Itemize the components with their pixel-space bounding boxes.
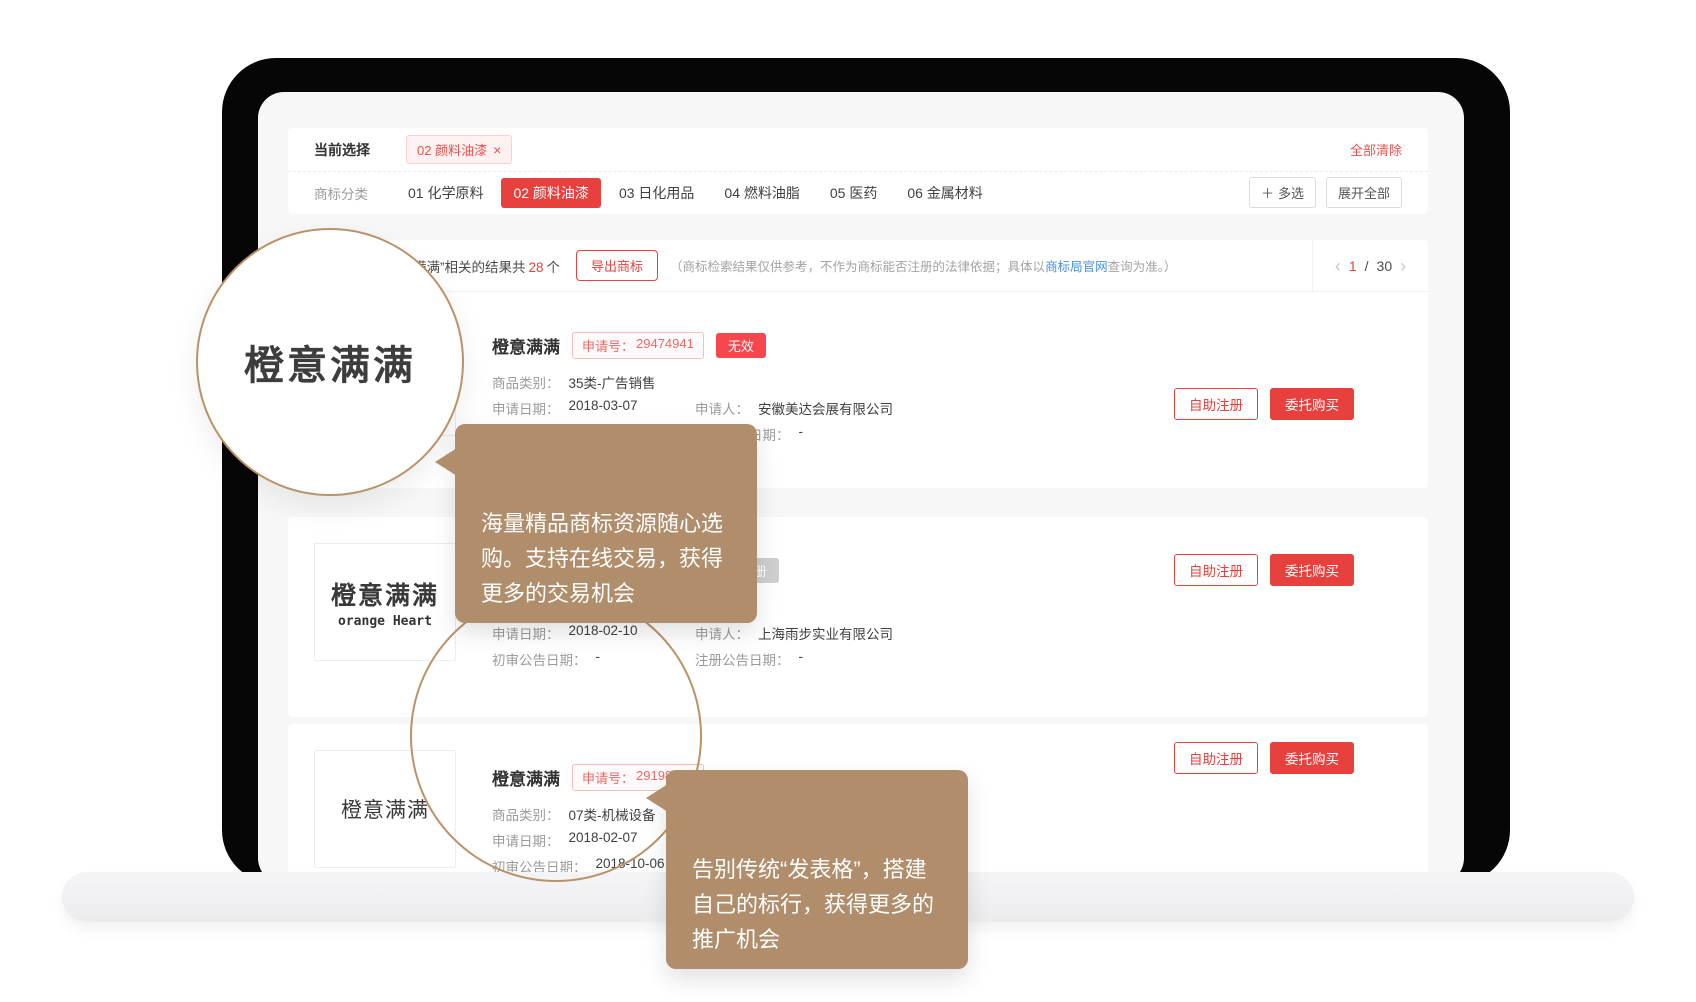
status-badge: 无效	[716, 333, 766, 358]
selected-filter-tag-label: 02 颜料油漆	[417, 140, 487, 159]
callout-text: 海量精品商标资源随心选 购。支持在线交易，获得 更多的交易机会	[481, 511, 723, 606]
trademark-name: 橙意满满	[492, 333, 560, 358]
category-item-01[interactable]: 01 化学原料	[396, 178, 495, 208]
field-value: -	[799, 649, 804, 669]
field-label: 注册公告日期：	[695, 649, 790, 669]
selected-filter-tag[interactable]: 02 颜料油漆 ×	[406, 135, 512, 164]
current-selection-row: 当前选择 02 颜料油漆 × 全部清除	[288, 128, 1428, 172]
thumbnail-subtext: orange Heart	[338, 614, 432, 629]
entrust-buy-button[interactable]: 委托购买	[1270, 554, 1354, 586]
application-number-label: 申请号：	[582, 336, 634, 355]
category-item-02-active[interactable]: 02 颜料油漆	[501, 178, 600, 208]
filter-panel: 当前选择 02 颜料油漆 × 全部清除 商标分类 01 化学原料 02 颜料油漆…	[288, 128, 1428, 214]
field-value: 35类-广告销售	[569, 372, 656, 392]
self-register-button[interactable]: 自助注册	[1174, 742, 1258, 774]
callout-marketplace: 海量精品商标资源随心选 购。支持在线交易，获得 更多的交易机会	[455, 424, 757, 623]
results-disclaimer: （商标检索结果仅供参考，不作为商标能否注册的法律依据；具体以商标局官网查询为准。…	[670, 256, 1176, 275]
application-number-value: 29474941	[636, 336, 694, 355]
category-field: 商品类别： 35类-广告销售	[492, 372, 656, 392]
pagination-next-icon[interactable]: ›	[1400, 257, 1406, 275]
category-item-03[interactable]: 03 日化用品	[607, 178, 706, 208]
self-register-button[interactable]: 自助注册	[1174, 554, 1258, 586]
callout-arrow-left-icon	[646, 784, 668, 812]
field-label: 商品类别：	[492, 372, 560, 392]
results-count: 28	[529, 260, 544, 275]
export-trademarks-button[interactable]: 导出商标	[576, 250, 658, 281]
disclaimer-prefix: （商标检索结果仅供参考，不作为商标能否注册的法律依据；具体以	[670, 260, 1045, 274]
field-value: 上海雨步实业有限公司	[758, 623, 893, 643]
apply-date-applicant-line: 申请日期： 2018-03-07 申请人： 安徽美达会展有限公司	[492, 398, 893, 418]
callout-text: 告别传统“发表格”，搭建 自己的标行，获得更多的 推广机会	[692, 857, 934, 952]
multi-select-button[interactable]: ＋ 多选	[1249, 177, 1316, 208]
callout-arrow-left-icon	[435, 448, 457, 476]
pagination-separator: /	[1365, 258, 1369, 274]
filter-actions: ＋ 多选 展开全部	[1249, 177, 1402, 208]
pagination-current-page: 1	[1349, 258, 1357, 274]
field-label: 申请人：	[695, 398, 749, 418]
category-item-04[interactable]: 04 燃料油脂	[712, 178, 811, 208]
category-label: 商标分类	[314, 183, 368, 203]
entrust-buy-button[interactable]: 委托购买	[1270, 388, 1354, 420]
magnifier-circle-1: 橙意满满	[196, 228, 464, 496]
multi-select-label: 多选	[1278, 183, 1304, 202]
thumbnail-text: 橙意满满	[331, 576, 439, 612]
pagination: ‹ 1 / 30 ›	[1312, 240, 1428, 292]
category-row: 商标分类 01 化学原料 02 颜料油漆 03 日化用品 04 燃料油脂 05 …	[288, 172, 1428, 213]
magnified-trademark-text: 橙意满满	[244, 333, 416, 391]
row-actions: 自助注册 委托购买	[1174, 742, 1354, 774]
application-number-badge: 申请号：29474941	[572, 332, 704, 359]
row-actions: 自助注册 委托购买	[1174, 388, 1354, 420]
results-header: 为您检索到“橙意满满”相关的结果共28个 导出商标 （商标检索结果仅供参考，不作…	[288, 240, 1428, 292]
plus-icon: ＋	[1261, 183, 1274, 202]
row-actions: 自助注册 委托购买	[1174, 554, 1354, 586]
field-value: 安徽美达会展有限公司	[758, 398, 893, 418]
current-selection-label: 当前选择	[314, 140, 370, 160]
field-label: 申请人：	[695, 623, 749, 643]
field-label: 申请日期：	[492, 398, 560, 418]
trademark-search-mockup: 当前选择 02 颜料油漆 × 全部清除 商标分类 01 化学原料 02 颜料油漆…	[0, 0, 1696, 1002]
pagination-total-pages: 30	[1377, 258, 1393, 274]
clear-all-link[interactable]: 全部清除	[1350, 140, 1402, 159]
category-item-06[interactable]: 06 金属材料	[895, 178, 994, 208]
field-value: -	[799, 424, 804, 444]
magnifier-circle-2	[410, 590, 702, 882]
thumbnail-text: 橙意满满	[341, 794, 429, 824]
summary-unit: 个	[547, 260, 561, 275]
entrust-buy-button[interactable]: 委托购买	[1270, 742, 1354, 774]
pagination-prev-icon[interactable]: ‹	[1335, 257, 1341, 275]
category-item-05[interactable]: 05 医药	[818, 178, 889, 208]
close-icon[interactable]: ×	[493, 143, 501, 157]
disclaimer-suffix: 查询为准。）	[1108, 260, 1177, 274]
category-list: 01 化学原料 02 颜料油漆 03 日化用品 04 燃料油脂 05 医药 06…	[396, 178, 995, 208]
field-value: 2018-03-07	[569, 398, 638, 418]
trademark-thumbnail: 橙意满满 orange Heart	[314, 543, 456, 661]
callout-promotion: 告别传统“发表格”，搭建 自己的标行，获得更多的 推广机会	[666, 770, 968, 969]
trademark-office-link[interactable]: 商标局官网	[1045, 260, 1108, 274]
trademark-title-line: 橙意满满 申请号：29474941 无效	[492, 332, 766, 359]
self-register-button[interactable]: 自助注册	[1174, 388, 1258, 420]
expand-all-button[interactable]: 展开全部	[1326, 177, 1402, 208]
